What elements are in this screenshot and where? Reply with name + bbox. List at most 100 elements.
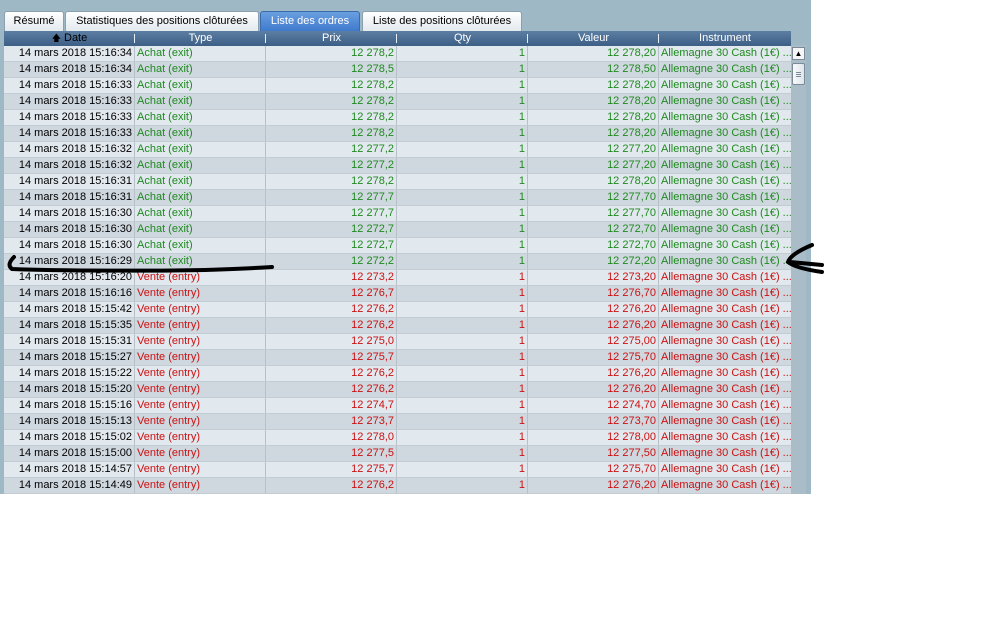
cell-type: Achat (exit): [135, 62, 266, 77]
cell-instrument: Allemagne 30 Cash (1€) ...: [661, 207, 791, 219]
column-header-label: Qty: [453, 32, 472, 44]
tab-order-list[interactable]: Liste des ordres: [260, 11, 360, 32]
table-header: 🡅 Date Type Prix Qty Valeur Instrument: [4, 31, 791, 46]
cell-type: Achat (exit): [135, 222, 266, 237]
table-row[interactable]: 14 mars 2018 15:16:33 Achat (exit) 12 278,…: [4, 110, 791, 126]
cell-prix: 12 273,2: [266, 270, 397, 285]
table-row[interactable]: 14 mars 2018 15:16:30 Achat (exit) 12 272,…: [4, 222, 791, 238]
cell-type: Vente (entry): [135, 382, 266, 397]
cell-valeur: 12 278,20: [528, 46, 659, 61]
cell-valeur: 12 273,20: [528, 270, 659, 285]
vertical-scrollbar[interactable]: ▲: [791, 45, 806, 494]
cell-prix: 12 278,2: [266, 46, 397, 61]
cell-type: Achat (exit): [135, 46, 266, 61]
column-header-prix[interactable]: Prix: [266, 31, 397, 46]
cell-instrument: Allemagne 30 Cash (1€) ...: [661, 255, 791, 267]
table-row[interactable]: 14 mars 2018 15:15:35 Vente (entry) 12 276…: [4, 318, 791, 334]
table-row[interactable]: 14 mars 2018 15:14:49 Vente (entry) 12 276…: [4, 478, 791, 494]
table-row[interactable]: 14 mars 2018 15:16:20 Vente (entry) 12 273…: [4, 270, 791, 286]
column-header-qty[interactable]: Qty: [397, 31, 528, 46]
table-row[interactable]: 14 mars 2018 15:15:16 Vente (entry) 12 274…: [4, 398, 791, 414]
table-row[interactable]: 14 mars 2018 15:15:27 Vente (entry) 12 275…: [4, 350, 791, 366]
orders-table: 🡅 Date Type Prix Qty Valeur Instrument 14…: [4, 31, 791, 494]
cell-valeur: 12 273,70: [528, 414, 659, 429]
column-header-date[interactable]: 🡅 Date: [4, 31, 135, 46]
cell-date: 14 mars 2018 15:16:33: [4, 94, 135, 109]
table-row[interactable]: 14 mars 2018 15:16:33 Achat (exit) 12 278,…: [4, 126, 791, 142]
tab-closed-position-stats[interactable]: Statistiques des positions clôturées: [65, 11, 259, 31]
tab-closed-positions[interactable]: Liste des positions clôturées: [362, 11, 522, 31]
table-row[interactable]: 14 mars 2018 15:16:34 Achat (exit) 12 278,…: [4, 62, 791, 78]
cell-valeur: 12 278,20: [528, 126, 659, 141]
cell-date: 14 mars 2018 15:15:20: [4, 382, 135, 397]
cell-date: 14 mars 2018 15:16:32: [4, 142, 135, 157]
cell-qty: 1: [397, 78, 528, 93]
cell-date: 14 mars 2018 15:16:30: [4, 238, 135, 253]
cell-type: Achat (exit): [135, 190, 266, 205]
table-row[interactable]: 14 mars 2018 15:16:32 Achat (exit) 12 277,…: [4, 142, 791, 158]
table-row[interactable]: 14 mars 2018 15:16:30 Achat (exit) 12 272,…: [4, 238, 791, 254]
cell-valeur: 12 278,00: [528, 430, 659, 445]
table-body: 14 mars 2018 15:16:34 Achat (exit) 12 278,…: [4, 46, 791, 494]
cell-type: Vente (entry): [135, 350, 266, 365]
table-row[interactable]: 14 mars 2018 15:15:42 Vente (entry) 12 276…: [4, 302, 791, 318]
cell-qty: 1: [397, 222, 528, 237]
cell-date: 14 mars 2018 15:16:32: [4, 158, 135, 173]
cell-qty: 1: [397, 462, 528, 477]
cell-type: Achat (exit): [135, 110, 266, 125]
table-row[interactable]: 14 mars 2018 15:15:22 Vente (entry) 12 276…: [4, 366, 791, 382]
cell-valeur: 12 275,70: [528, 350, 659, 365]
cell-valeur: 12 276,20: [528, 302, 659, 317]
table-row[interactable]: 14 mars 2018 15:15:31 Vente (entry) 12 275…: [4, 334, 791, 350]
orders-panel: Résumé Statistiques des positions clôtur…: [0, 0, 811, 494]
cell-type: Vente (entry): [135, 462, 266, 477]
cell-valeur: 12 278,20: [528, 78, 659, 93]
cell-prix: 12 277,2: [266, 142, 397, 157]
cell-date: 14 mars 2018 15:15:22: [4, 366, 135, 381]
cell-date: 14 mars 2018 15:15:02: [4, 430, 135, 445]
cell-prix: 12 278,0: [266, 430, 397, 445]
table-row[interactable]: 14 mars 2018 15:15:13 Vente (entry) 12 273…: [4, 414, 791, 430]
table-row[interactable]: 14 mars 2018 15:16:29 Achat (exit) 12 272,…: [4, 254, 791, 270]
cell-qty: 1: [397, 190, 528, 205]
column-header-type[interactable]: Type: [135, 31, 266, 46]
cell-instrument: Allemagne 30 Cash (1€) ...: [661, 431, 791, 443]
cell-instrument: Allemagne 30 Cash (1€) ...: [661, 159, 791, 171]
cell-qty: 1: [397, 142, 528, 157]
cell-instrument: Allemagne 30 Cash (1€) ...: [661, 367, 791, 379]
table-row[interactable]: 14 mars 2018 15:14:57 Vente (entry) 12 275…: [4, 462, 791, 478]
table-row[interactable]: 14 mars 2018 15:16:30 Achat (exit) 12 277,…: [4, 206, 791, 222]
table-row[interactable]: 14 mars 2018 15:16:33 Achat (exit) 12 278,…: [4, 78, 791, 94]
cell-type: Vente (entry): [135, 398, 266, 413]
table-row[interactable]: 14 mars 2018 15:16:16 Vente (entry) 12 276…: [4, 286, 791, 302]
cell-qty: 1: [397, 254, 528, 269]
table-row[interactable]: 14 mars 2018 15:16:34 Achat (exit) 12 278,…: [4, 46, 791, 62]
column-header-instrument[interactable]: Instrument: [659, 31, 791, 46]
scrollbar-thumb[interactable]: [792, 63, 805, 85]
column-header-label: Prix: [322, 32, 341, 44]
table-row[interactable]: 14 mars 2018 15:16:33 Achat (exit) 12 278,…: [4, 94, 791, 110]
column-header-valeur[interactable]: Valeur: [528, 31, 659, 46]
table-row[interactable]: 14 mars 2018 15:16:31 Achat (exit) 12 277,…: [4, 190, 791, 206]
cell-instrument: Allemagne 30 Cash (1€) ...: [661, 463, 791, 475]
tab-resume[interactable]: Résumé: [4, 11, 64, 31]
table-row[interactable]: 14 mars 2018 15:15:02 Vente (entry) 12 278…: [4, 430, 791, 446]
table-row[interactable]: 14 mars 2018 15:15:00 Vente (entry) 12 277…: [4, 446, 791, 462]
table-row[interactable]: 14 mars 2018 15:16:31 Achat (exit) 12 278,…: [4, 174, 791, 190]
cell-instrument: Allemagne 30 Cash (1€) ...: [661, 383, 791, 395]
cell-qty: 1: [397, 334, 528, 349]
cell-instrument: Allemagne 30 Cash (1€) ...: [661, 447, 791, 459]
cell-date: 14 mars 2018 15:16:30: [4, 206, 135, 221]
cell-valeur: 12 278,20: [528, 110, 659, 125]
cell-instrument: Allemagne 30 Cash (1€) ...: [661, 287, 791, 299]
cell-qty: 1: [397, 350, 528, 365]
scroll-up-icon[interactable]: ▲: [792, 47, 805, 60]
table-row[interactable]: 14 mars 2018 15:15:20 Vente (entry) 12 276…: [4, 382, 791, 398]
cell-qty: 1: [397, 46, 528, 61]
cell-date: 14 mars 2018 15:16:33: [4, 78, 135, 93]
cell-valeur: 12 274,70: [528, 398, 659, 413]
cell-instrument: Allemagne 30 Cash (1€) ...: [661, 303, 791, 315]
table-row[interactable]: 14 mars 2018 15:16:32 Achat (exit) 12 277,…: [4, 158, 791, 174]
cell-valeur: 12 275,70: [528, 462, 659, 477]
cell-instrument: Allemagne 30 Cash (1€) ...: [661, 143, 791, 155]
